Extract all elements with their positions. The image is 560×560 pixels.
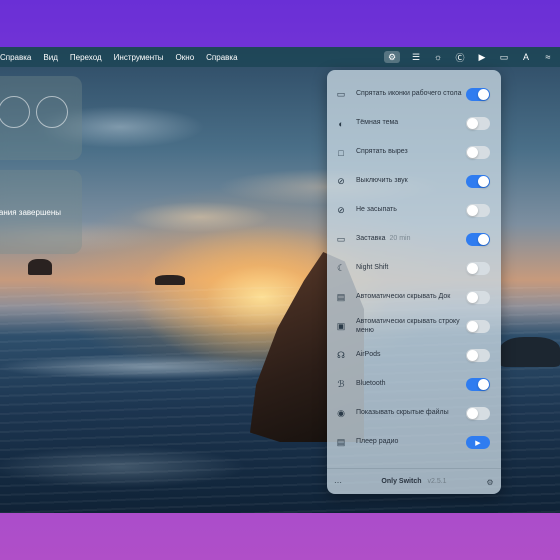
screensaver-label: Заставка (356, 235, 386, 243)
app-version: v2.5.1 (427, 478, 447, 485)
row-airpods: ☊ AirPods (327, 341, 501, 370)
a-box-icon[interactable]: A (520, 51, 532, 63)
row-no-sleep: ⊘ Не засыпать (327, 196, 501, 225)
row-screensaver: ▭ Заставка 20 min (327, 225, 501, 254)
menubar-icon: ▣ (336, 321, 346, 331)
row-label: Выключить звук (356, 177, 408, 185)
airpods-icon: ☊ (337, 350, 345, 360)
row-night-shift: ☾ Night Shift (327, 254, 501, 283)
menu-tools[interactable]: Инструменты (114, 53, 164, 62)
row-hidden-files: ◉ Показывать скрытые файлы (327, 399, 501, 428)
menu-bar: Справка Вид Переход Инструменты Окно Спр… (0, 47, 560, 67)
toggle-autohide-dock[interactable] (466, 291, 490, 304)
eye-icon: ◉ (337, 408, 345, 418)
toggle-hide-desktop-icons[interactable] (466, 88, 490, 101)
half-circle-icon: ◐ (338, 118, 344, 129)
menu-help[interactable]: Справка (206, 53, 237, 62)
toggle-hidden-files[interactable] (466, 407, 490, 420)
app-name: Only Switch (381, 478, 422, 485)
rings-widget[interactable] (0, 76, 82, 160)
toggle-hide-notch[interactable] (466, 146, 490, 159)
toggle-autohide-menubar[interactable] (466, 320, 490, 333)
row-autohide-dock: ▤ Автоматически скрывать Док (327, 283, 501, 312)
menu-view[interactable]: Вид (43, 53, 57, 62)
row-label: Тёмная тема (356, 119, 399, 127)
row-label: Спрятать вырез (356, 148, 408, 156)
row-label: Не засыпать (356, 206, 397, 214)
toggle-night-shift[interactable] (466, 262, 490, 275)
c-circle-icon[interactable]: Ⓒ (454, 51, 466, 63)
display-icon: ▭ (336, 89, 346, 99)
toggle-no-sleep[interactable] (466, 204, 490, 217)
status-icons: ⚙ ☰ ☼ Ⓒ ▶ ▭ A ≈ (384, 51, 560, 63)
radio-icon: ▤ (336, 437, 346, 447)
brightness-icon[interactable]: ☼ (432, 51, 444, 63)
no-sleep-icon: ⊘ (337, 205, 345, 215)
row-hide-notch: □ Спрятать вырез (327, 138, 501, 167)
radio-play-button[interactable]: ▶ (466, 436, 490, 449)
menu-help-partial[interactable]: Справка (0, 53, 31, 62)
only-switch-panel: ▭ Спрятать иконки рабочего стола ◐ Тёмна… (327, 70, 501, 494)
row-label: Night Shift (356, 264, 389, 272)
row-bluetooth: ℬ Bluetooth (327, 370, 501, 399)
switch-icon[interactable]: ⚙ (384, 51, 400, 63)
panel-footer: ⋯ Only Switch v2.5.1 ⚙ (327, 468, 501, 494)
bluetooth-icon: ℬ (337, 379, 345, 389)
moon-icon: ☾ (336, 263, 346, 273)
row-hide-desktop-icons: ▭ Спрятать иконки рабочего стола (327, 80, 501, 109)
row-label: Плеер радио (356, 438, 399, 446)
notch-icon: □ (338, 147, 344, 158)
toggle-bluetooth[interactable] (466, 378, 490, 391)
row-label: Автоматически скрывать строку меню (356, 318, 460, 334)
row-mute: ⊘ Выключить звук (327, 167, 501, 196)
row-dark-mode: ◐ Тёмная тема (327, 109, 501, 138)
row-radio-player: ▤ Плеер радио ▶ (327, 428, 501, 457)
row-label: Заставка 20 min (356, 235, 466, 244)
mute-icon: ⊘ (337, 176, 345, 186)
row-label: Bluetooth (356, 380, 386, 388)
more-icon[interactable]: ⋯ (333, 477, 343, 487)
row-label: Автоматически скрывать Док (356, 293, 451, 301)
screensaver-duration: 20 min (389, 235, 411, 243)
toggle-screensaver[interactable] (466, 233, 490, 246)
ring-right (36, 96, 68, 128)
dock-icon: ▤ (336, 292, 346, 302)
row-label: Показывать скрытые файлы (356, 409, 449, 417)
screensaver-icon: ▭ (336, 234, 346, 244)
menu-items: Справка Вид Переход Инструменты Окно Спр… (0, 53, 238, 62)
play-circle-icon[interactable]: ▶ (476, 51, 488, 63)
layers-icon[interactable]: ☰ (410, 51, 422, 63)
ring-left (0, 96, 30, 128)
toggle-airpods[interactable] (466, 349, 490, 362)
row-label: AirPods (356, 351, 381, 359)
small-rock (28, 259, 52, 275)
menu-go[interactable]: Переход (70, 53, 102, 62)
row-label: Спрятать иконки рабочего стола (356, 90, 462, 98)
toggle-dark-mode[interactable] (466, 117, 490, 130)
settings-icon[interactable]: ⚙ (485, 477, 495, 487)
distant-rock (155, 275, 185, 285)
menu-window[interactable]: Окно (176, 53, 195, 62)
wifi-icon[interactable]: ≈ (542, 51, 554, 63)
screen-icon[interactable]: ▭ (498, 51, 510, 63)
toggle-mute[interactable] (466, 175, 490, 188)
reminders-widget[interactable]: инания завершены (0, 170, 82, 254)
widget-status-text: инания завершены (0, 208, 61, 217)
right-rocks (500, 337, 560, 367)
row-autohide-menubar: ▣ Автоматически скрывать строку меню (327, 312, 501, 341)
